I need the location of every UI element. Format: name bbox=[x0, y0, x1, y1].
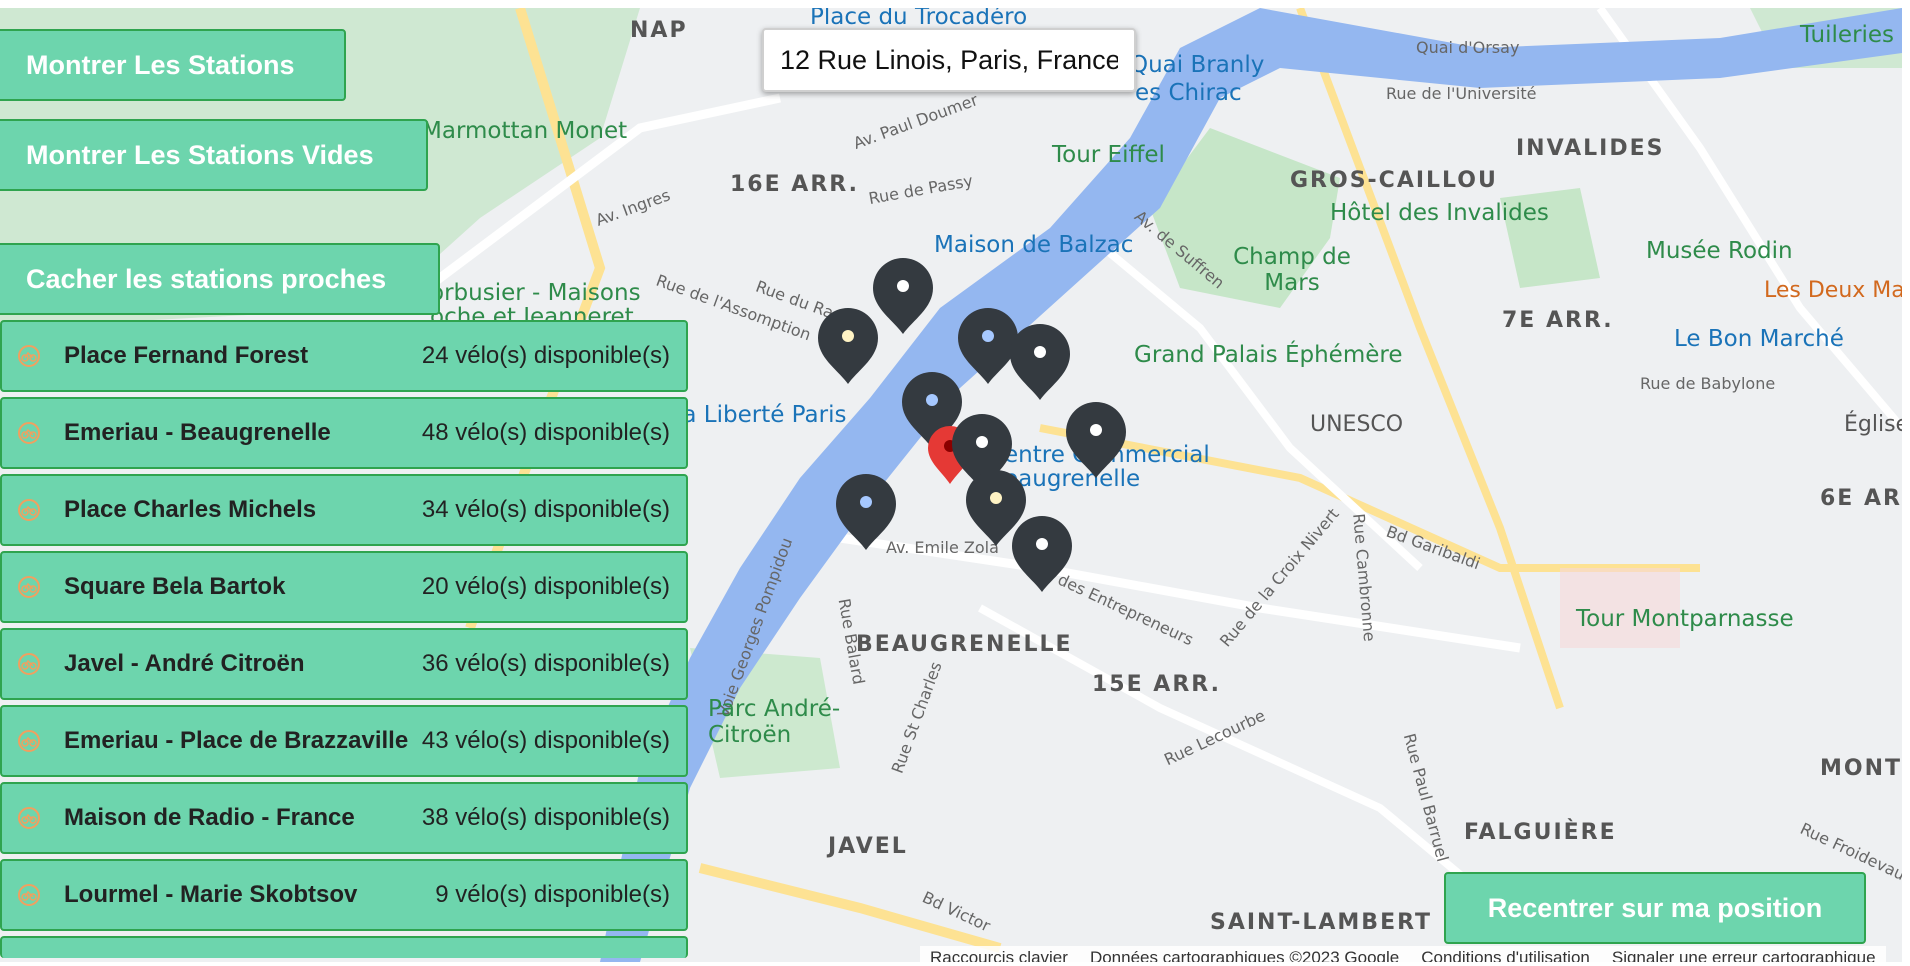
station-name: Square Bela Bartok bbox=[64, 573, 286, 600]
terms-link[interactable]: Conditions d'utilisation bbox=[1421, 948, 1590, 962]
station-row[interactable]: Square Bela Bartok 20 vélo(s) disponible… bbox=[0, 551, 688, 623]
station-marker[interactable] bbox=[1010, 324, 1070, 400]
bike-icon bbox=[16, 343, 42, 369]
map-attribution: Raccourcis clavier Données cartographiqu… bbox=[920, 946, 1886, 962]
station-row[interactable]: Place Fernand Forest 24 vélo(s) disponib… bbox=[0, 320, 688, 392]
station-name: Lourmel - Marie Skobtsov bbox=[64, 881, 358, 908]
station-bike-count: 36 vélo(s) disponible(s) bbox=[421, 650, 670, 677]
station-name: Maison de Radio - France bbox=[64, 804, 355, 831]
station-marker[interactable] bbox=[873, 258, 933, 334]
station-row-partial[interactable] bbox=[0, 936, 688, 958]
station-name: Place Fernand Forest bbox=[64, 342, 309, 369]
bike-icon bbox=[16, 574, 42, 600]
hide-nearby-stations-button[interactable]: Cacher les stations proches bbox=[0, 243, 440, 315]
station-name: Javel - André Citroën bbox=[64, 650, 305, 677]
station-row[interactable]: Maison de Radio - France 38 vélo(s) disp… bbox=[0, 782, 688, 854]
station-bike-count: 38 vélo(s) disponible(s) bbox=[421, 804, 670, 831]
station-marker[interactable] bbox=[958, 308, 1018, 384]
station-bike-count: 9 vélo(s) disponible(s) bbox=[435, 881, 670, 908]
address-search-input[interactable] bbox=[762, 28, 1136, 92]
station-row[interactable]: Emeriau - Place de Brazzaville 43 vélo(s… bbox=[0, 705, 688, 777]
map-data-credit: Données cartographiques ©2023 Google bbox=[1089, 948, 1400, 962]
station-row[interactable]: Lourmel - Marie Skobtsov 9 vélo(s) dispo… bbox=[0, 859, 688, 931]
bike-icon bbox=[16, 882, 42, 908]
bike-icon bbox=[16, 651, 42, 677]
station-bike-count: 34 vélo(s) disponible(s) bbox=[421, 496, 670, 523]
bike-icon bbox=[16, 420, 42, 446]
station-marker[interactable] bbox=[1012, 516, 1072, 592]
bike-icon bbox=[16, 497, 42, 523]
station-name: Emeriau - Beaugrenelle bbox=[64, 419, 331, 446]
station-bike-count: 43 vélo(s) disponible(s) bbox=[421, 727, 670, 754]
station-bike-count: 48 vélo(s) disponible(s) bbox=[421, 419, 670, 446]
bike-icon bbox=[16, 805, 42, 831]
station-marker[interactable] bbox=[1066, 402, 1126, 478]
station-marker[interactable] bbox=[836, 474, 896, 550]
station-name: Place Charles Michels bbox=[64, 496, 317, 523]
station-bike-count: 24 vélo(s) disponible(s) bbox=[421, 342, 670, 369]
recenter-position-button[interactable]: Recentrer sur ma position bbox=[1444, 872, 1866, 944]
show-stations-button[interactable]: Montrer Les Stations bbox=[0, 29, 346, 101]
show-empty-stations-button[interactable]: Montrer Les Stations Vides bbox=[0, 119, 428, 191]
station-bike-count: 20 vélo(s) disponible(s) bbox=[421, 573, 670, 600]
station-row[interactable]: Place Charles Michels 34 vélo(s) disponi… bbox=[0, 474, 688, 546]
station-name: Emeriau - Place de Brazzaville bbox=[64, 727, 409, 754]
bike-icon bbox=[16, 728, 42, 754]
station-marker[interactable] bbox=[818, 308, 878, 384]
keyboard-shortcuts-link[interactable]: Raccourcis clavier bbox=[930, 948, 1068, 962]
station-row[interactable]: Javel - André Citroën 36 vélo(s) disponi… bbox=[0, 628, 688, 700]
report-error-link[interactable]: Signaler une erreur cartographique bbox=[1612, 948, 1876, 962]
station-row[interactable]: Emeriau - Beaugrenelle 48 vélo(s) dispon… bbox=[0, 397, 688, 469]
